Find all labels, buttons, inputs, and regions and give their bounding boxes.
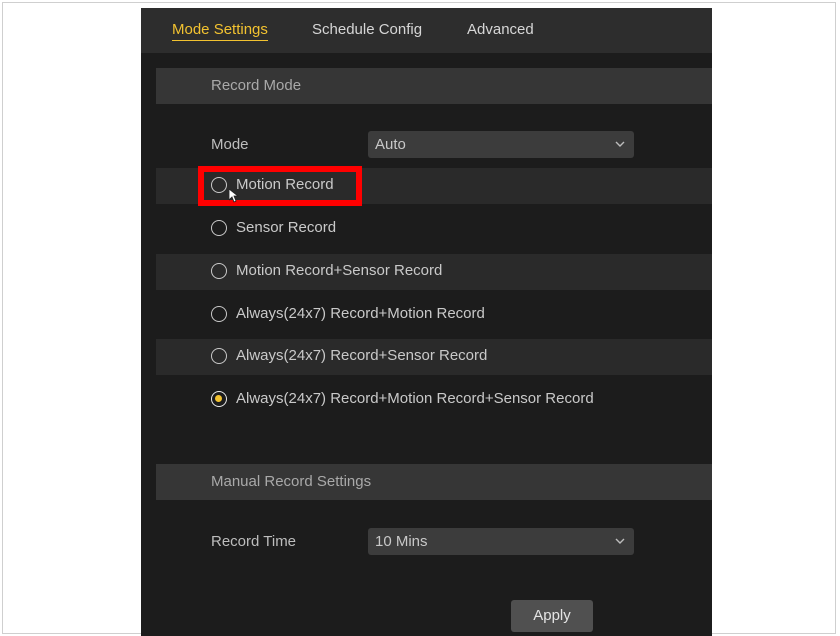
manual-record-header: Manual Record Settings: [156, 464, 712, 500]
highlight-box: [198, 166, 362, 206]
radio-circle-icon: [211, 220, 227, 236]
tab-advanced[interactable]: Advanced: [467, 21, 534, 38]
record-time-label: Record Time: [211, 533, 297, 550]
mode-select[interactable]: Auto: [368, 131, 634, 158]
record-mode-header: Record Mode: [156, 68, 712, 104]
tab-schedule-config[interactable]: Schedule Config: [312, 21, 422, 38]
radio-label: Always(24x7) Record+Sensor Record: [236, 347, 488, 364]
chevron-down-icon: [615, 141, 625, 147]
radio-label: Always(24x7) Record+Motion Record+Sensor…: [236, 390, 594, 407]
record-settings-panel: Mode Settings Schedule Config Advanced R…: [141, 8, 712, 636]
option-row-motion-sensor-record: Motion Record+Sensor Record: [156, 254, 712, 290]
option-row-always-motion-record: Always(24x7) Record+Motion Record: [156, 297, 712, 333]
tab-bar: Mode Settings Schedule Config Advanced: [141, 8, 712, 53]
radio-circle-icon: [211, 263, 227, 279]
mode-select-value: Auto: [375, 136, 406, 153]
record-time-select[interactable]: 10 Mins: [368, 528, 634, 555]
option-row-always-motion-sensor-record: Always(24x7) Record+Motion Record+Sensor…: [156, 382, 712, 418]
radio-circle-icon: [211, 348, 227, 364]
option-row-sensor-record: Sensor Record: [156, 211, 712, 247]
radio-checked-icon: [211, 391, 227, 407]
radio-label: Motion Record+Sensor Record: [236, 262, 443, 279]
apply-button[interactable]: Apply: [511, 600, 593, 632]
manual-record-title: Manual Record Settings: [211, 473, 372, 490]
tab-mode-settings[interactable]: Mode Settings: [172, 21, 268, 41]
record-time-value: 10 Mins: [375, 533, 428, 550]
mode-label: Mode: [211, 136, 249, 153]
radio-label: Sensor Record: [236, 219, 337, 236]
option-row-always-sensor-record: Always(24x7) Record+Sensor Record: [156, 339, 712, 375]
chevron-down-icon: [615, 538, 625, 544]
radio-label: Always(24x7) Record+Motion Record: [236, 305, 485, 322]
record-mode-title: Record Mode: [211, 77, 302, 94]
radio-circle-icon: [211, 306, 227, 322]
mouse-cursor-icon: [229, 189, 239, 203]
